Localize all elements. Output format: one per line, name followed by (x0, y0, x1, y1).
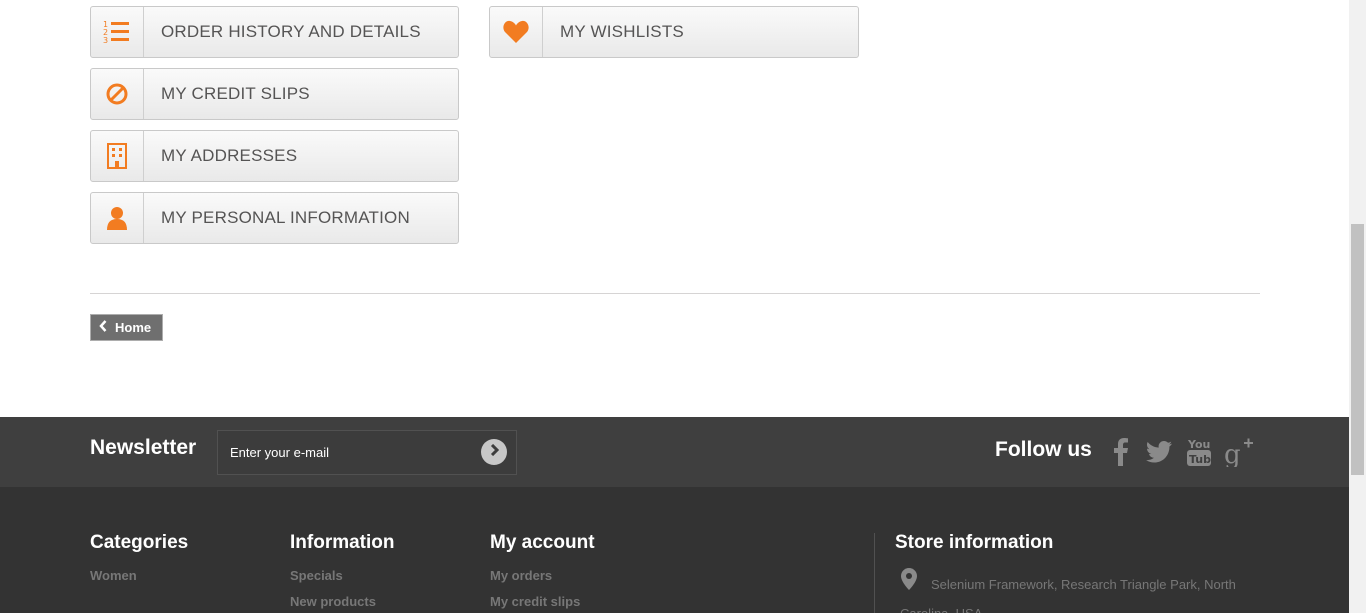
svg-text:g: g (1224, 440, 1241, 467)
newsletter-submit-button[interactable] (481, 439, 507, 465)
footer-store-title: Store information (895, 532, 1054, 553)
svg-text:3: 3 (103, 36, 108, 45)
newsletter-title: Newsletter (90, 436, 197, 459)
building-icon (91, 131, 144, 181)
heart-icon (490, 7, 543, 57)
wishlists-button[interactable]: MY WISHLISTS (489, 6, 859, 58)
twitter-icon[interactable] (1144, 436, 1174, 468)
footer-link-my-orders[interactable]: My orders (490, 568, 552, 583)
footer-link-my-credit-slips[interactable]: My credit slips (490, 594, 580, 609)
follow-us-title: Follow us (995, 438, 1092, 461)
credit-slips-button[interactable]: MY CREDIT SLIPS (90, 68, 459, 120)
ban-icon (91, 69, 144, 119)
personal-info-label: MY PERSONAL INFORMATION (161, 208, 410, 227)
credit-slips-label: MY CREDIT SLIPS (161, 84, 310, 103)
newsletter-email-input[interactable]: Enter your e-mail (217, 430, 517, 475)
personal-info-button[interactable]: MY PERSONAL INFORMATION (90, 192, 459, 244)
home-button-label: Home (115, 320, 152, 335)
newsletter-input-value: Enter your e-mail (230, 445, 329, 460)
home-button[interactable]: Home (90, 314, 163, 341)
svg-text:Tube: Tube (1189, 453, 1213, 466)
wishlists-label: MY WISHLISTS (560, 22, 684, 41)
footer-link-new-products[interactable]: New products (290, 594, 376, 609)
footer-my-account-title: My account (490, 532, 595, 553)
order-history-label: ORDER HISTORY AND DETAILS (161, 22, 421, 41)
footer-categories-title: Categories (90, 532, 189, 553)
order-history-button[interactable]: 1 2 3 ORDER HISTORY AND DETAILS (90, 6, 459, 58)
content-divider (90, 293, 1260, 294)
chevron-right-icon (489, 443, 500, 461)
footer-link-women[interactable]: Women (90, 568, 137, 583)
store-address: Selenium Framework, Research Triangle Pa… (900, 577, 1236, 613)
chevron-left-icon (99, 320, 107, 335)
scrollbar-thumb[interactable] (1351, 224, 1364, 475)
footer-information-title: Information (290, 532, 395, 553)
facebook-icon[interactable] (1106, 436, 1136, 468)
addresses-label: MY ADDRESSES (161, 146, 298, 165)
google-plus-icon[interactable]: g (1224, 436, 1254, 468)
svg-text:You: You (1187, 438, 1210, 451)
youtube-icon[interactable]: You Tube (1184, 436, 1214, 468)
addresses-button[interactable]: MY ADDRESSES (90, 130, 459, 182)
ordered-list-icon: 1 2 3 (91, 7, 144, 57)
user-icon (91, 193, 144, 243)
footer-link-specials[interactable]: Specials (290, 568, 343, 583)
store-divider (874, 533, 875, 613)
